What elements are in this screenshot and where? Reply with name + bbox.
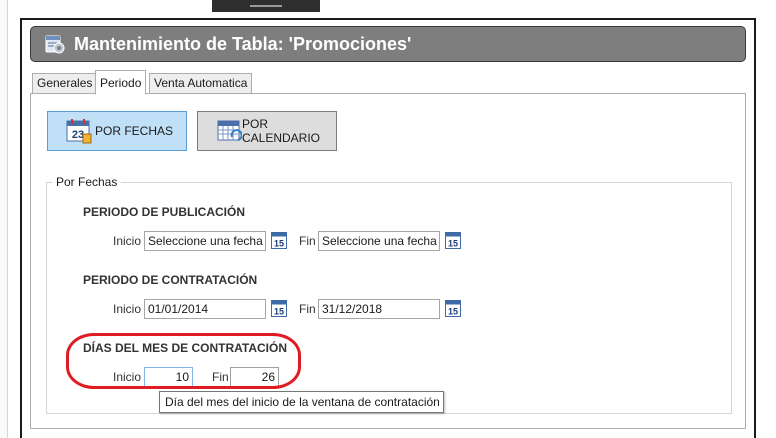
drag-grip	[250, 5, 282, 7]
contratacion-inicio-input[interactable]: 01/01/2014	[144, 299, 266, 319]
publicacion-fin-input[interactable]: Seleccione una fecha	[318, 231, 440, 251]
contratacion-title: PERIODO DE CONTRATACIÓN	[83, 273, 258, 287]
publicacion-inicio-calendar-icon[interactable]: 15	[271, 231, 287, 249]
tab-periodo[interactable]: Periodo	[95, 70, 147, 95]
calendar-23-icon: 23	[66, 118, 92, 144]
contratacion-inicio-label: Inicio	[113, 302, 142, 316]
svg-text:15: 15	[274, 239, 284, 249]
por-fechas-label: POR FECHAS	[95, 124, 174, 138]
publicacion-title: PERIODO DE PUBLICACIÓN	[83, 205, 246, 219]
svg-text:15: 15	[448, 239, 458, 249]
window-title: Mantenimiento de Tabla: 'Promociones'	[74, 34, 412, 54]
publicacion-fin-label: Fin	[299, 234, 316, 248]
groupbox-label: Por Fechas	[52, 175, 122, 189]
publicacion-fin-calendar-icon[interactable]: 15	[445, 231, 461, 249]
contratacion-fin-input[interactable]: 31/12/2018	[318, 299, 440, 319]
publicacion-inicio-input[interactable]: Seleccione una fecha	[144, 231, 266, 251]
contratacion-fin-calendar-icon[interactable]: 15	[445, 299, 461, 317]
svg-text:15: 15	[448, 307, 458, 317]
por-calendario-label: POR CALENDARIO	[242, 117, 321, 145]
por-calendario-button[interactable]: POR CALENDARIO	[197, 111, 337, 151]
por-fechas-button[interactable]: 23 POR FECHAS	[47, 111, 187, 151]
svg-text:23: 23	[72, 129, 84, 141]
calendar-grid-icon	[216, 118, 243, 144]
highlight-ring	[66, 333, 301, 389]
outer-window-edge	[0, 0, 8, 438]
table-settings-icon	[44, 33, 66, 55]
tab-generales[interactable]: Generales	[32, 73, 98, 94]
tab-venta-automatica[interactable]: Venta Automatica	[149, 73, 253, 94]
publicacion-inicio-label: Inicio	[113, 234, 142, 248]
svg-text:15: 15	[274, 307, 284, 317]
contratacion-inicio-calendar-icon[interactable]: 15	[271, 299, 287, 317]
contratacion-fin-label: Fin	[299, 302, 316, 316]
tooltip: Día del mes del inicio de la ventana de …	[159, 391, 444, 413]
